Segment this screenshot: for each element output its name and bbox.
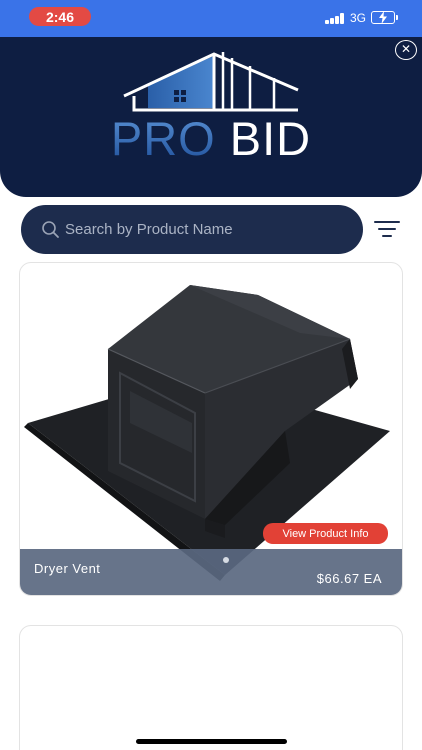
network-type: 3G [350, 11, 367, 25]
filter-icon[interactable] [374, 221, 400, 239]
logo-word-pro: PRO [110, 111, 216, 165]
signal-bars-icon [325, 13, 345, 24]
brand-logo-text: PRO BID [0, 110, 422, 166]
product-price: $66.67 EA [316, 571, 382, 586]
home-indicator[interactable] [136, 739, 287, 744]
battery-charging-icon [371, 11, 398, 24]
logo-word-bid: BID [229, 111, 312, 165]
search-bar[interactable] [21, 205, 363, 254]
product-image [24, 285, 390, 581]
view-product-info-button[interactable]: View Product Info [263, 523, 388, 544]
product-name: Dryer Vent [34, 561, 101, 576]
product-card-next[interactable] [19, 625, 403, 750]
product-card[interactable]: View Product Info Dryer Vent $66.67 EA [19, 262, 403, 596]
pagination-dot [223, 557, 229, 563]
search-icon [42, 220, 59, 238]
app-screen: 2:46 3G ✕ PRO BID Search by Product Name… [0, 0, 422, 750]
status-time: 2:46 [29, 7, 91, 26]
product-footer: Dryer Vent $66.67 EA [20, 549, 402, 595]
status-bar: 2:46 3G [0, 0, 422, 37]
close-button[interactable]: ✕ [395, 40, 417, 60]
search-input[interactable] [65, 221, 345, 238]
